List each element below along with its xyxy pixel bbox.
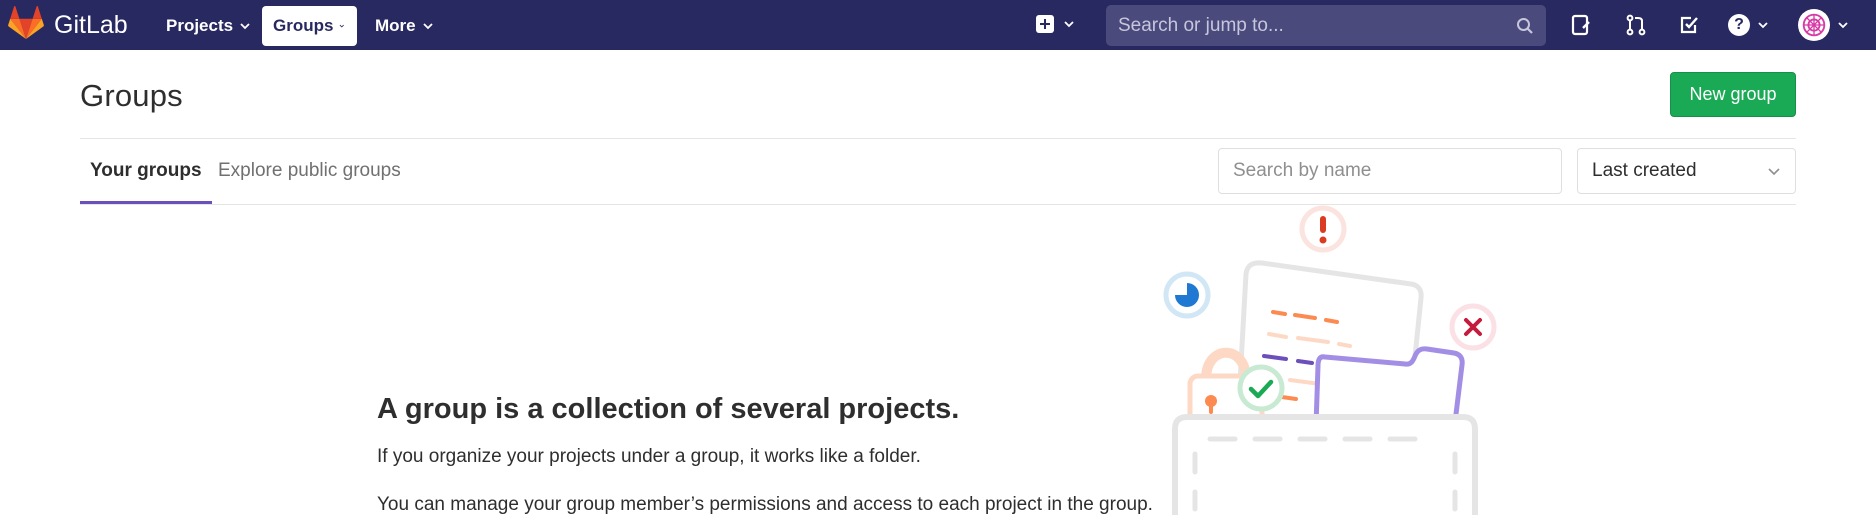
projects-menu-label: Projects [166,16,234,35]
gitlab-home-link[interactable]: GitLab [8,5,128,45]
user-dropdown[interactable] [1798,8,1849,42]
sort-dropdown[interactable]: Last created [1577,148,1796,194]
chevron-down-icon [1064,21,1074,28]
help-icon: ? [1728,14,1750,36]
groups-menu-label: Groups [273,16,334,35]
projects-menu[interactable]: Projects [154,6,263,46]
global-search [1106,5,1546,46]
chevron-down-icon [1768,168,1780,176]
check-icon [1237,364,1285,412]
groups-menu[interactable]: Groups [262,6,357,46]
issues-shortcut[interactable] [1567,11,1595,39]
new-dropdown-button[interactable] [1036,10,1075,38]
groups-empty-state-illustration [1163,205,1497,515]
chevron-down-icon [240,23,250,30]
sort-selected-value: Last created [1592,160,1697,181]
search-icon[interactable] [1516,17,1534,35]
more-menu-label: More [375,16,416,35]
merge-requests-shortcut[interactable] [1622,11,1650,39]
todo-icon [1680,16,1698,34]
user-avatar [1798,9,1830,41]
tabs-divider [80,204,1796,205]
chevron-down-icon [1838,22,1848,29]
gitlab-logo-icon [8,5,44,45]
chevron-down-icon [340,24,345,28]
issues-icon [1571,14,1590,36]
help-dropdown[interactable]: ? [1728,11,1769,39]
page-title: Groups [80,78,183,113]
chart-icon [1163,271,1211,319]
alert-icon [1299,205,1347,253]
tab-explore-public-groups[interactable]: Explore public groups [208,152,411,204]
plus-square-icon [1036,15,1054,33]
chevron-down-icon [422,23,433,30]
top-navbar: GitLab Projects Groups More ? [0,0,1876,50]
tab-your-groups[interactable]: Your groups [80,152,212,204]
new-group-button[interactable]: New group [1670,72,1796,117]
empty-state-description-permissions: You can manage your group member’s permi… [377,494,1153,515]
empty-state-description: If you organize your projects under a gr… [377,446,921,467]
global-search-input[interactable] [1118,14,1516,37]
merge-request-icon [1626,14,1646,36]
empty-state-heading: A group is a collection of several proje… [377,393,960,425]
divider [80,138,1796,139]
box-icon [1172,414,1478,515]
more-menu[interactable]: More [363,6,446,46]
close-icon [1449,303,1497,351]
brand-name: GitLab [54,10,128,39]
chevron-down-icon [1758,22,1768,29]
filter-by-name-input[interactable] [1218,148,1562,194]
todos-shortcut[interactable] [1675,11,1703,39]
